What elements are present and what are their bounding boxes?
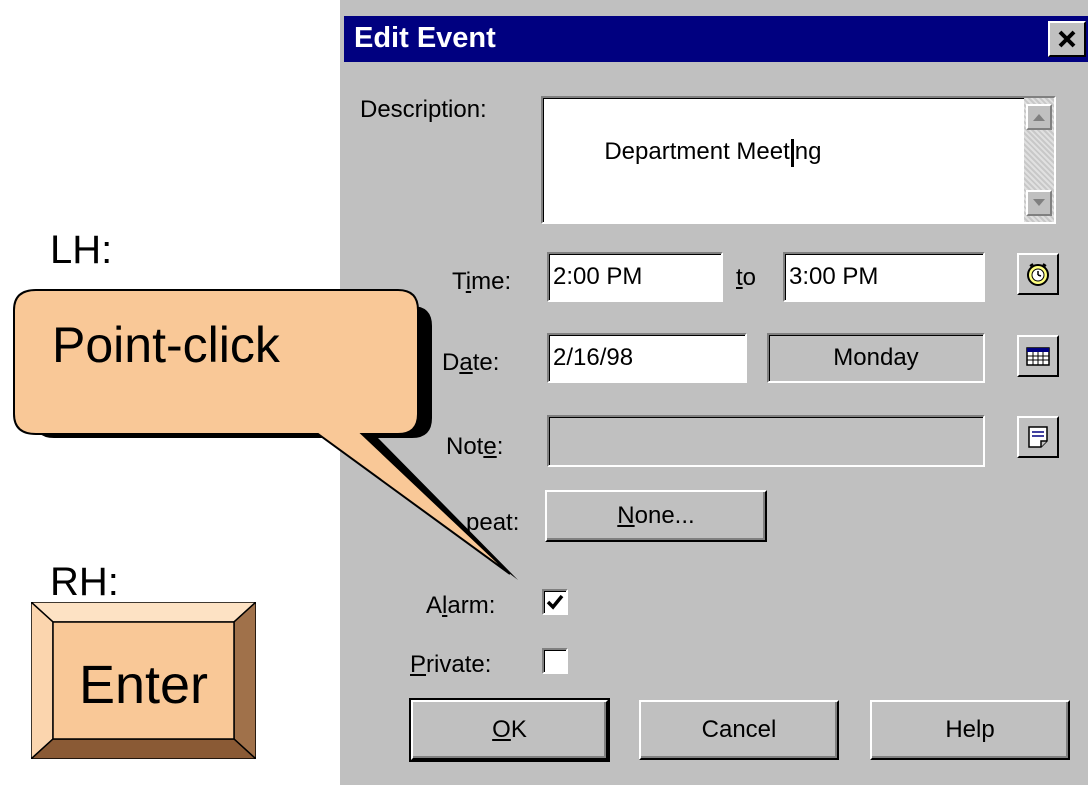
- calendar-button[interactable]: [1017, 335, 1059, 377]
- checkmark-icon: [546, 594, 564, 610]
- date-label: Date:: [442, 349, 500, 376]
- close-icon: [1058, 30, 1076, 48]
- private-label: Private:: [410, 651, 492, 678]
- note-icon: [1028, 426, 1048, 448]
- repeat-button-label: None...: [617, 502, 695, 529]
- clock-icon: [1027, 263, 1049, 286]
- enter-key-label: Enter: [78, 655, 209, 715]
- alarm-checkbox[interactable]: [542, 589, 568, 615]
- title-bar[interactable]: Edit Event: [344, 16, 1088, 62]
- rh-label: RH:: [50, 560, 119, 604]
- arrow-down-icon: [1033, 199, 1045, 206]
- note-field[interactable]: [547, 415, 985, 467]
- to-label: to: [736, 264, 757, 291]
- time-start-value: 2:00 PM: [553, 263, 643, 290]
- time-label: Time:: [452, 268, 512, 295]
- repeat-button[interactable]: None...: [545, 490, 767, 542]
- slide: Edit Event Description: Department Meet n…: [0, 0, 1088, 785]
- private-checkbox[interactable]: [542, 648, 568, 674]
- callout-text: Point-click: [52, 317, 280, 373]
- time-picker-button[interactable]: [1017, 253, 1059, 295]
- lh-label: LH:: [50, 228, 113, 272]
- ok-button[interactable]: OK: [409, 698, 610, 762]
- date-value: 2/16/98: [553, 344, 634, 371]
- time-end-value: 3:00 PM: [789, 263, 879, 290]
- weekday-display: Monday: [767, 333, 985, 383]
- description-field[interactable]: Department Meet ng: [541, 96, 1056, 224]
- description-label: Description:: [360, 96, 487, 123]
- time-start-field[interactable]: 2:00 PM: [547, 252, 723, 302]
- help-button-label: Help: [945, 716, 995, 743]
- help-button[interactable]: Help: [870, 700, 1070, 760]
- description-text-after-caret: ng: [794, 138, 822, 165]
- weekday-value: Monday: [833, 344, 919, 371]
- scroll-down-button[interactable]: [1026, 190, 1052, 216]
- time-end-field[interactable]: 3:00 PM: [783, 252, 985, 302]
- dialog-title: Edit Event: [354, 22, 496, 54]
- ok-button-label: OK: [492, 716, 527, 743]
- repeat-label: peat:: [466, 509, 520, 536]
- text-caret: [790, 138, 794, 167]
- alarm-label: Alarm:: [426, 592, 496, 619]
- edit-event-dialog: Edit Event Description: Department Meet n…: [338, 0, 1088, 785]
- calendar-icon: [1026, 347, 1050, 366]
- note-button[interactable]: [1017, 416, 1059, 458]
- scroll-up-button[interactable]: [1026, 104, 1052, 130]
- description-text-before-caret: Department Meet: [604, 138, 790, 165]
- date-field[interactable]: 2/16/98: [547, 333, 747, 383]
- arrow-up-icon: [1033, 114, 1045, 121]
- close-button[interactable]: [1048, 21, 1086, 57]
- enter-key: Enter: [31, 602, 256, 759]
- note-label: Note:: [446, 433, 504, 460]
- cancel-button[interactable]: Cancel: [639, 700, 839, 760]
- cancel-button-label: Cancel: [701, 716, 777, 743]
- description-scrollbar[interactable]: [1024, 98, 1054, 222]
